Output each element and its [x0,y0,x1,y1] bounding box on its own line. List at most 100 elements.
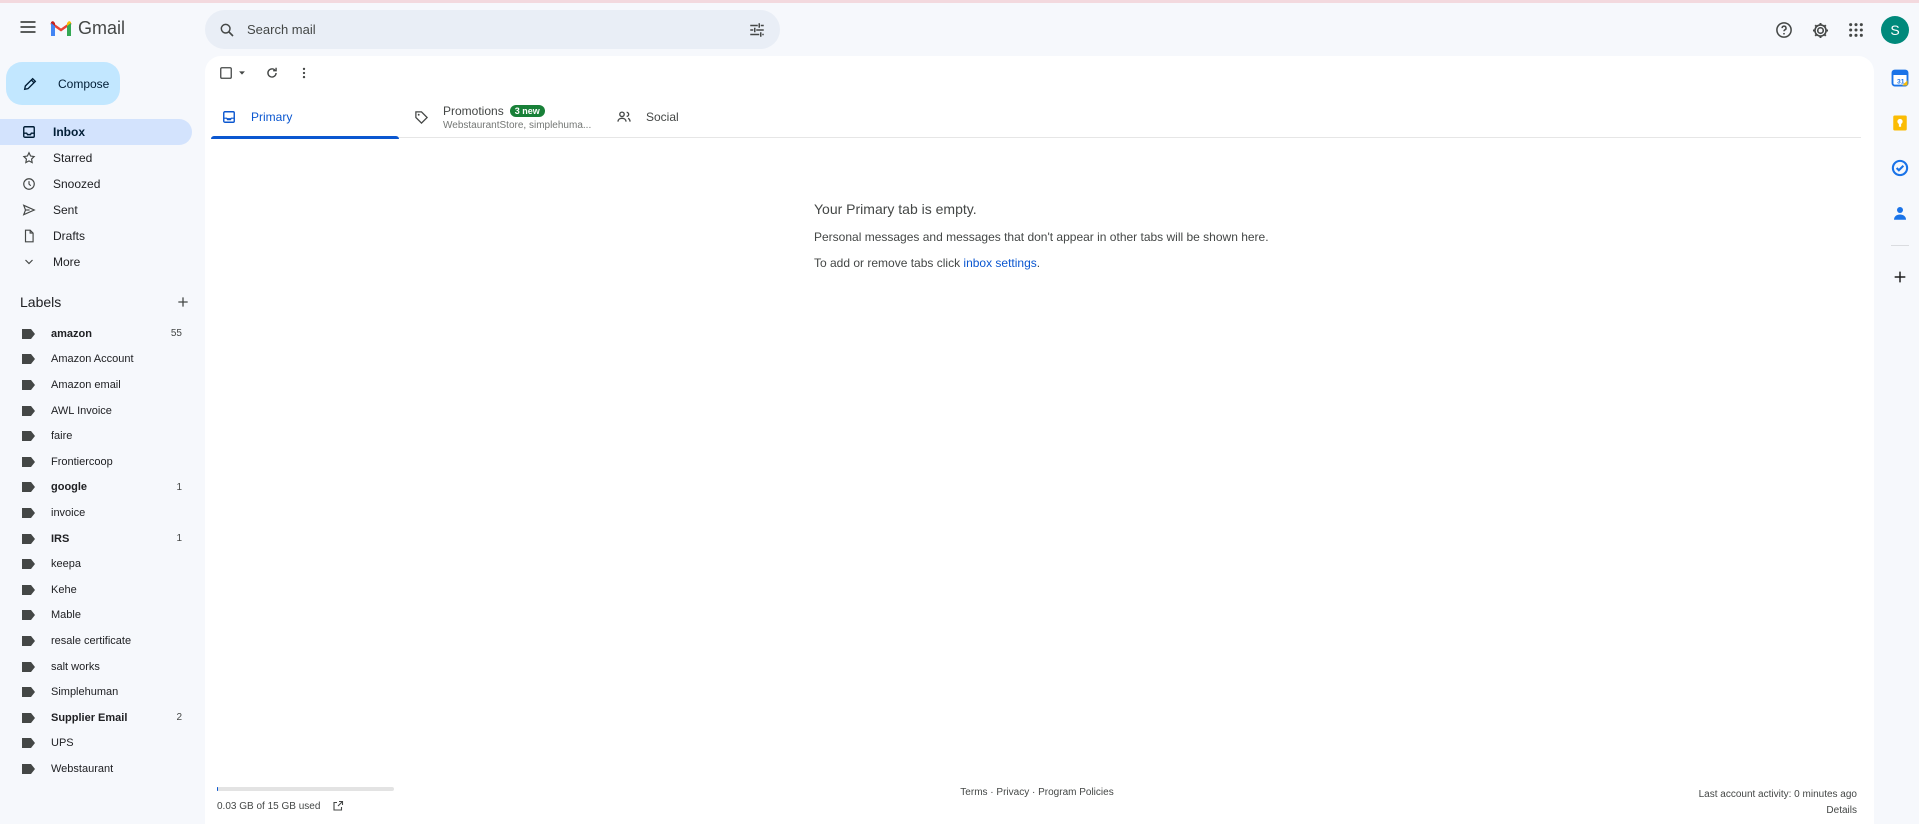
nav-item-more[interactable]: More [0,249,192,275]
privacy-link[interactable]: Privacy [996,787,1029,798]
label-item[interactable]: invoice [0,500,192,526]
unread-count: 2 [176,712,182,724]
calendar-button[interactable]: 31 [1887,65,1913,91]
label-name: salt works [51,660,100,673]
refresh-icon [267,67,277,78]
label-item[interactable]: UPS [0,731,192,757]
label-name: invoice [51,506,86,519]
tab-social[interactable]: Social [602,96,742,138]
help-icon [1776,22,1792,38]
apps-button[interactable] [1845,19,1867,41]
label-tag-icon [22,405,35,416]
nav-item-inbox[interactable]: Inbox [0,119,192,145]
promotions-senders: WebstaurantStore, simplehuma... [443,119,592,131]
calendar-icon: 31 [1891,69,1908,87]
header: Gmail S [0,3,1919,57]
main-panel: Primary Promotions 3 new WebstaurantStor… [205,56,1874,824]
label-item[interactable]: Webstaurant [0,756,192,782]
label-tag-icon [22,763,35,774]
refresh-button[interactable] [265,66,279,80]
label-item[interactable]: Kehe [0,577,192,603]
external-link-icon[interactable] [332,800,344,812]
tab-label: Social [646,110,679,124]
storage-meter [217,787,394,791]
label-item[interactable]: salt works [0,654,192,680]
account-avatar[interactable]: S [1881,16,1909,44]
nav-label: Inbox [53,125,85,139]
tab-label: Primary [251,110,293,124]
unread-count: 55 [170,328,182,340]
tasks-button[interactable] [1887,155,1913,181]
search-input[interactable] [247,22,748,37]
empty-state-title: Your Primary tab is empty. [814,201,977,217]
compose-button[interactable]: Compose [6,62,120,105]
label-name: Webstaurant [51,762,114,775]
tab-primary[interactable]: Primary [211,96,399,139]
label-tag-icon [22,610,35,621]
label-item[interactable]: IRS 1 [0,526,192,552]
search-icon[interactable] [219,22,235,38]
label-name: UPS [51,737,74,750]
star-icon [22,151,36,164]
inbox-tabs: Primary Promotions 3 new WebstaurantStor… [211,96,1861,139]
contacts-button[interactable] [1887,200,1913,226]
footer: Terms · Privacy · Program Policies 0.03 … [217,787,1857,816]
tag-icon [414,110,428,124]
promotions-content: Promotions 3 new WebstaurantStore, simpl… [443,104,591,131]
label-item[interactable]: Simplehuman [0,679,192,705]
label-name: Kehe [51,583,77,596]
label-item[interactable]: keepa [0,551,192,577]
nav-item-sent[interactable]: Sent [0,197,192,223]
nav-item-starred[interactable]: Starred [0,145,192,171]
search-options-icon[interactable] [748,21,766,39]
nav-item-snoozed[interactable]: Snoozed [0,171,192,197]
app-name: Gmail [78,18,126,38]
gmail-logo[interactable]: Gmail [50,18,125,39]
label-item[interactable]: faire [0,423,192,449]
new-count-badge: 3 new [509,104,545,117]
keep-button[interactable] [1887,110,1913,136]
label-item[interactable]: Amazon email [0,372,192,398]
toolbar [219,66,311,80]
inbox-icon [223,111,235,123]
nav-label: Snoozed [53,177,101,191]
search-bar[interactable] [205,10,780,49]
label-tag-icon [22,431,35,442]
labels-header: Labels [20,294,190,310]
support-button[interactable] [1773,19,1795,41]
program-policies-link[interactable]: Program Policies [1038,787,1114,798]
label-item[interactable]: resale certificate [0,628,192,654]
gear-icon [1812,22,1828,38]
label-item[interactable]: Amazon Account [0,347,192,373]
folder-nav: Inbox Starred Snoozed Sent Drafts More [0,119,192,275]
label-tag-icon [22,354,35,365]
nav-item-drafts[interactable]: Drafts [0,223,192,249]
inbox-settings-link[interactable]: inbox settings [963,256,1036,270]
plus-icon [1894,271,1905,283]
caret-down-icon[interactable] [237,68,247,78]
gmail-logo-icon [50,21,72,36]
label-item[interactable]: Supplier Email 2 [0,705,192,731]
account-activity: Last account activity: 0 minutes ago Det… [1699,787,1857,819]
main-menu-button[interactable] [16,15,40,39]
add-label-icon[interactable] [176,295,190,309]
more-options-button[interactable] [297,66,311,80]
details-link[interactable]: Details [1699,803,1857,819]
unread-count: 1 [176,481,182,493]
select-checkbox[interactable] [219,66,247,80]
label-item[interactable]: AWL Invoice [0,398,192,424]
get-addons-button[interactable] [1887,264,1913,290]
terms-link[interactable]: Terms [960,787,987,798]
label-item[interactable]: google 1 [0,475,192,501]
label-item[interactable]: amazon 55 [0,321,192,347]
label-name: Supplier Email [51,711,128,724]
label-item[interactable]: Frontiercoop [0,449,192,475]
label-name: google [51,481,88,494]
settings-button[interactable] [1809,19,1831,41]
chevron-down-icon [25,259,33,265]
tab-promotions[interactable]: Promotions 3 new WebstaurantStore, simpl… [399,96,602,138]
nav-label: More [53,255,81,269]
label-name: Mable [51,609,81,622]
label-item[interactable]: Mable [0,603,192,629]
labels-list: amazon 55 Amazon Account Amazon email AWL In… [0,321,192,782]
